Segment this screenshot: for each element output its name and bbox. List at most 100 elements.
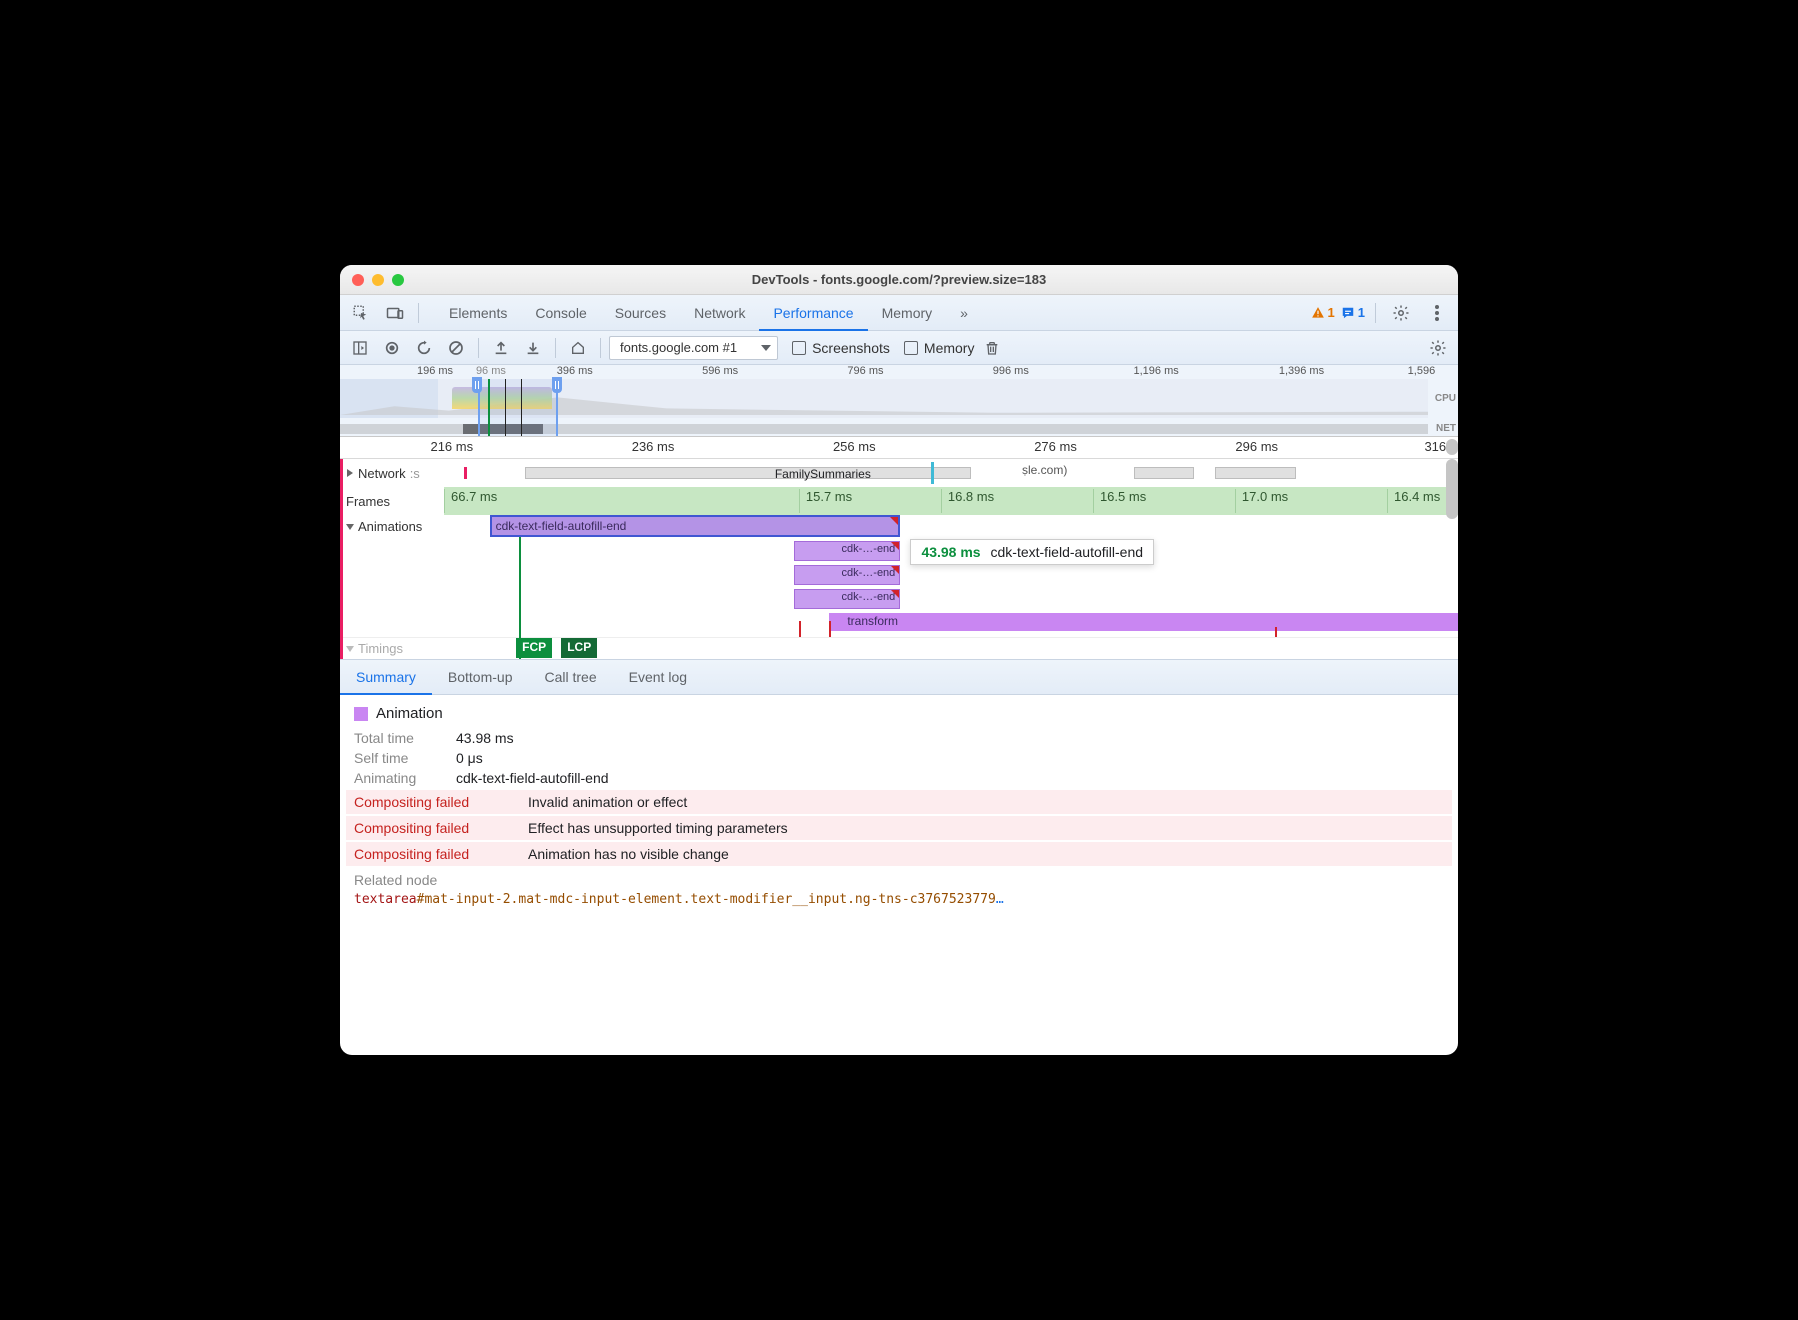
- overview-tick: 96 ms: [476, 365, 506, 377]
- frame-duration: 16.4 ms: [1394, 489, 1440, 504]
- screenshots-checkbox[interactable]: Screenshots: [792, 340, 890, 356]
- memory-checkbox[interactable]: Memory: [904, 340, 975, 356]
- category-swatch: [354, 707, 368, 721]
- track-label: Frames: [346, 494, 390, 509]
- ruler-tick: 276 ms: [1034, 439, 1077, 454]
- toggle-drawer-icon[interactable]: [346, 334, 374, 362]
- recording-selector[interactable]: fonts.google.com #1: [609, 336, 778, 360]
- tab-event-log[interactable]: Event log: [613, 659, 703, 695]
- failure-reason: Animation has no visible change: [528, 846, 729, 862]
- tab-network[interactable]: Network: [680, 295, 759, 331]
- reload-record-icon[interactable]: [410, 334, 438, 362]
- device-toolbar-icon[interactable]: [380, 298, 410, 328]
- inspect-element-icon[interactable]: [346, 298, 376, 328]
- kv-key: Self time: [354, 750, 444, 766]
- track-label: Network: [358, 466, 406, 481]
- network-request[interactable]: [1215, 467, 1296, 479]
- capture-settings-icon[interactable]: [1424, 334, 1452, 362]
- tab-sources[interactable]: Sources: [601, 295, 680, 331]
- download-icon[interactable]: [519, 334, 547, 362]
- home-icon[interactable]: [564, 334, 592, 362]
- kebab-menu-icon[interactable]: [1422, 298, 1452, 328]
- network-request[interactable]: FamilySummaries: [525, 467, 971, 479]
- kv-key: Related node: [354, 872, 444, 888]
- main-tab-bar: Elements Console Sources Network Perform…: [340, 295, 1458, 331]
- transform-event[interactable]: transform: [829, 613, 1458, 631]
- record-icon[interactable]: [378, 334, 406, 362]
- compositing-failure-tick: [1275, 627, 1277, 637]
- failure-key: Compositing failed: [354, 794, 514, 810]
- kv-value: 43.98 ms: [456, 730, 514, 746]
- frame-duration: 17.0 ms: [1242, 489, 1288, 504]
- failure-key: Compositing failed: [354, 846, 514, 862]
- overview-selection[interactable]: [478, 379, 558, 436]
- overview-marker: [521, 379, 522, 436]
- settings-icon[interactable]: [1386, 298, 1416, 328]
- tab-memory[interactable]: Memory: [868, 295, 947, 331]
- scrollbar-thumb[interactable]: [1446, 459, 1458, 519]
- animation-event-selected[interactable]: cdk-text-field-autofill-end: [490, 515, 901, 537]
- tab-call-tree[interactable]: Call tree: [529, 659, 613, 695]
- upload-icon[interactable]: [487, 334, 515, 362]
- window-controls: [340, 274, 404, 286]
- compositing-failure-row: Compositing failed Invalid animation or …: [346, 790, 1452, 814]
- animation-event[interactable]: cdk-…-end: [794, 565, 900, 585]
- kv-value: cdk-text-field-autofill-end: [456, 770, 609, 786]
- related-node-link[interactable]: textarea#mat-input-2.mat-mdc-input-eleme…: [354, 892, 1444, 907]
- kv-key: Animating: [354, 770, 444, 786]
- tab-performance[interactable]: Performance: [759, 295, 867, 331]
- timings-track[interactable]: Timings FCP LCP: [340, 637, 1458, 659]
- scrollbar-thumb[interactable]: [1446, 439, 1458, 455]
- chevron-right-icon: [346, 469, 354, 477]
- cpu-label: CPU: [1435, 393, 1456, 404]
- tooltip-duration: 43.98 ms: [921, 544, 980, 560]
- chevron-down-icon: [761, 345, 771, 351]
- kv-value: 0 μs: [456, 750, 483, 766]
- tab-overflow[interactable]: »: [946, 295, 982, 331]
- lcp-marker[interactable]: LCP: [561, 638, 597, 658]
- overview-marker: [505, 379, 506, 436]
- warnings-badge[interactable]: 1: [1311, 305, 1335, 320]
- recording-name: fonts.google.com #1: [620, 340, 737, 355]
- selection-handle-left[interactable]: [472, 377, 482, 393]
- animation-event[interactable]: cdk-…-end: [794, 589, 900, 609]
- zoom-window-icon[interactable]: [392, 274, 404, 286]
- flame-chart[interactable]: Network :s FamilySummaries ṣle.com) Fram…: [340, 459, 1458, 659]
- panel-tabs: Elements Console Sources Network Perform…: [435, 295, 982, 331]
- ruler-tick: 256 ms: [833, 439, 876, 454]
- tab-console[interactable]: Console: [521, 295, 600, 331]
- compositing-failure-tick: [799, 621, 801, 637]
- close-window-icon[interactable]: [352, 274, 364, 286]
- window-title: DevTools - fonts.google.com/?preview.siz…: [340, 272, 1458, 287]
- overview-tick: 796 ms: [847, 365, 883, 377]
- ruler-tick: 236 ms: [632, 439, 675, 454]
- tab-bottom-up[interactable]: Bottom-up: [432, 659, 529, 695]
- network-request[interactable]: [464, 467, 467, 479]
- summary-pane: Animation Total time43.98 ms Self time0 …: [340, 695, 1458, 1055]
- animations-track[interactable]: Animations cdk-text-field-autofill-end c…: [340, 515, 1458, 637]
- compositing-failure-row: Compositing failed Effect has unsupporte…: [346, 816, 1452, 840]
- issues-badge[interactable]: 1: [1341, 305, 1365, 320]
- tab-elements[interactable]: Elements: [435, 295, 521, 331]
- animation-event[interactable]: cdk-…-end: [794, 541, 900, 561]
- network-track[interactable]: Network :s FamilySummaries ṣle.com): [340, 459, 1458, 487]
- flame-ruler[interactable]: 216 ms 236 ms 256 ms 276 ms 296 ms 316 m…: [340, 437, 1458, 459]
- chevron-down-icon: [346, 645, 354, 653]
- clear-icon[interactable]: [442, 334, 470, 362]
- titlebar: DevTools - fonts.google.com/?preview.siz…: [340, 265, 1458, 295]
- network-request[interactable]: [1134, 467, 1195, 479]
- net-label: NET: [1436, 423, 1456, 434]
- network-clip2: ṣle.com): [1022, 463, 1067, 477]
- overview-timeline[interactable]: 196 ms 96 ms 396 ms 596 ms 796 ms 996 ms…: [340, 365, 1458, 437]
- details-tabs: Summary Bottom-up Call tree Event log: [340, 659, 1458, 695]
- frames-track[interactable]: Frames 66.7 ms 15.7 ms 16.8 ms 16.5 ms 1…: [340, 487, 1458, 515]
- network-marker: [931, 462, 934, 484]
- fcp-marker[interactable]: FCP: [516, 638, 552, 658]
- tab-summary[interactable]: Summary: [340, 659, 432, 695]
- animation-name: cdk-text-field-autofill-end: [496, 519, 627, 533]
- collect-garbage-icon[interactable]: [978, 334, 1006, 362]
- selection-handle-right[interactable]: [552, 377, 562, 393]
- devtools-window: DevTools - fonts.google.com/?preview.siz…: [340, 265, 1458, 1055]
- frame-duration: 16.8 ms: [948, 489, 994, 504]
- minimize-window-icon[interactable]: [372, 274, 384, 286]
